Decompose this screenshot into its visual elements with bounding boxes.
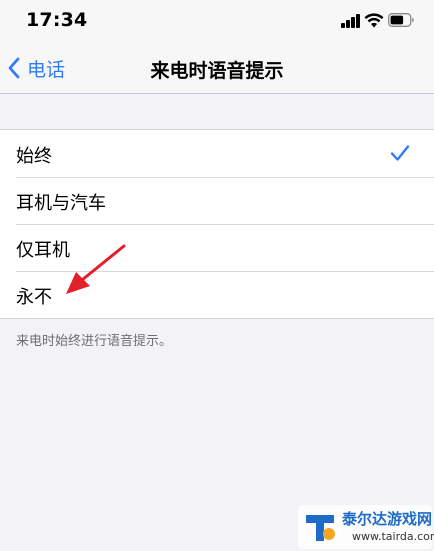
wifi-icon — [364, 13, 384, 28]
checkmark-icon — [390, 145, 410, 161]
status-bar: 17:34 — [0, 0, 434, 42]
option-always[interactable]: 始终 — [0, 130, 434, 177]
annotation-arrow-icon — [66, 244, 126, 294]
option-label: 永不 — [16, 287, 52, 308]
option-label: 始终 — [16, 146, 52, 167]
battery-icon — [388, 13, 414, 27]
page-title: 来电时语音提示 — [150, 60, 284, 82]
footer-note: 来电时始终进行语音提示。 — [16, 334, 173, 349]
watermark-name: 泰尔达游戏网 — [342, 510, 433, 528]
option-headphones-and-car[interactable]: 耳机与汽车 — [0, 177, 434, 224]
logo-icon — [306, 515, 335, 541]
option-label: 耳机与汽车 — [16, 193, 106, 214]
navigation-bar: 电话 来电时语音提示 — [0, 42, 434, 94]
signal-icon — [341, 14, 361, 28]
watermark-logo: 泰尔达游戏网 www.tairda.com — [298, 505, 434, 549]
watermark-url: www.tairda.com — [352, 530, 434, 543]
status-time: 17:34 — [26, 9, 88, 31]
